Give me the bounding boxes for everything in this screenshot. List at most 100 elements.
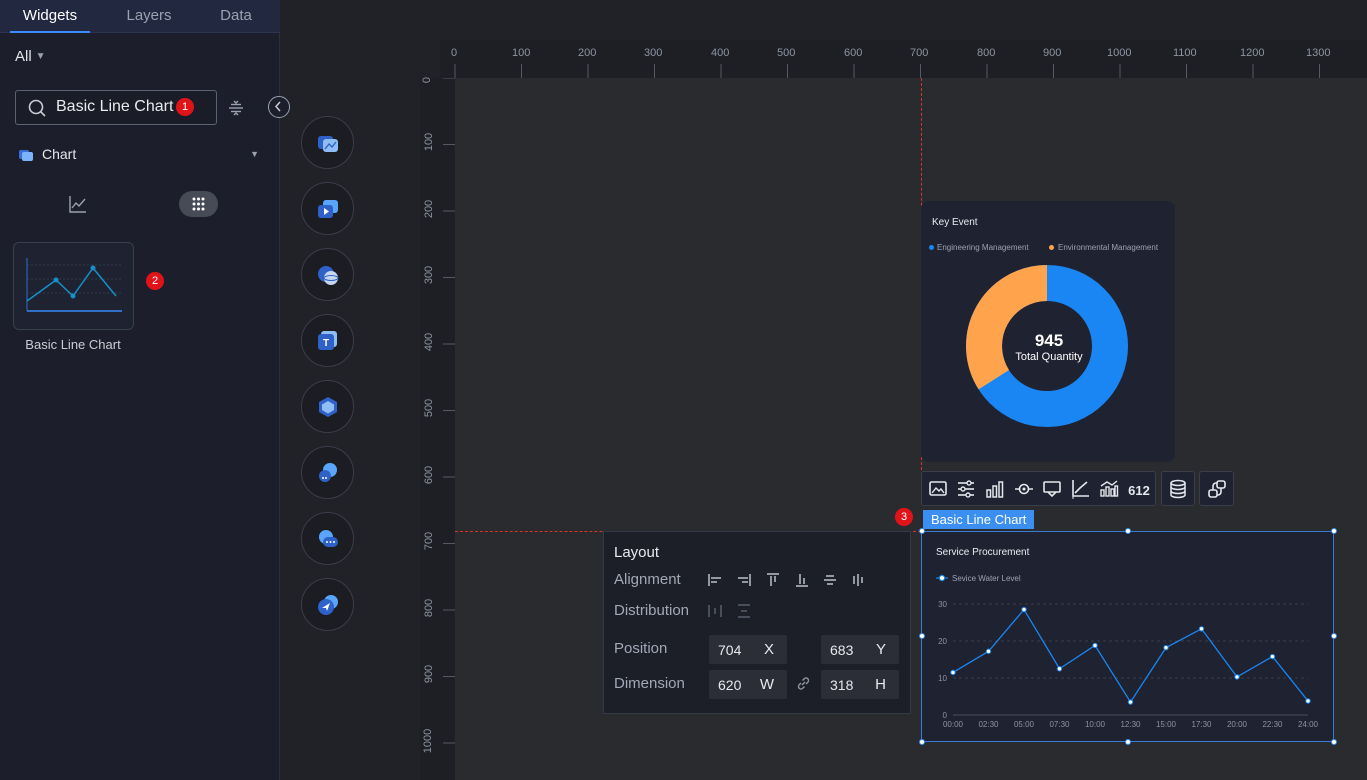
data-source-button[interactable] xyxy=(1161,471,1195,506)
resize-handle-bottom-left[interactable] xyxy=(919,739,925,745)
distribute-horizontal-icon[interactable] xyxy=(707,603,723,619)
filter-dropdown[interactable]: All ▼ xyxy=(15,48,46,65)
line-chart-view-icon[interactable] xyxy=(68,194,88,214)
position-y-field[interactable]: 683 Y xyxy=(821,635,899,664)
tab-widgets[interactable]: Widgets xyxy=(10,0,90,33)
interaction-link-icon xyxy=(1208,480,1226,498)
widget-group-3d[interactable] xyxy=(301,248,354,301)
resize-handle-top-left[interactable] xyxy=(919,528,925,534)
align-horizontal-center-icon[interactable] xyxy=(850,572,866,588)
collapse-panel-button[interactable] xyxy=(268,96,290,118)
ruler-top-label: 400 xyxy=(711,47,730,59)
line-chart-plot: 0 10 20 30 00:00 02:30 05:00 07:30 10:00 12:30 15:… xyxy=(938,600,1318,729)
settings-sliders-icon[interactable] xyxy=(956,479,976,499)
data-point xyxy=(1305,698,1311,704)
ruler-horizontal: 0 100 200 300 400 500 600 700 800 900 10… xyxy=(440,40,1367,78)
dimension-height-field[interactable]: 318 H xyxy=(821,670,899,699)
ruler-top-label: 500 xyxy=(777,47,796,59)
align-vertical-center-icon[interactable] xyxy=(822,572,838,588)
align-top-icon[interactable] xyxy=(765,572,781,588)
step-badge-2: 2 xyxy=(146,272,164,290)
widget-group-comment[interactable] xyxy=(301,512,354,565)
tooltip-icon[interactable] xyxy=(1042,479,1062,499)
donut-center-value: 945 xyxy=(1035,331,1063,350)
dimension-label: Dimension xyxy=(614,675,685,692)
widget-group-material[interactable] xyxy=(301,380,354,433)
series-line xyxy=(952,608,1309,704)
globe-widget-icon xyxy=(318,266,339,285)
caret-down-icon: ▼ xyxy=(35,51,46,62)
widget-group-interaction[interactable] xyxy=(301,578,354,631)
widget-card-basic-line-chart[interactable] xyxy=(13,242,134,330)
position-y-value: 683 xyxy=(830,642,854,658)
x-tick-label: 17:30 xyxy=(1191,720,1212,729)
grid-view-button[interactable] xyxy=(179,191,218,217)
distribution-label: Distribution xyxy=(614,602,690,619)
search-icon xyxy=(28,99,46,117)
category-dropdown[interactable]: Chart ▼ xyxy=(18,144,263,164)
search-input[interactable]: Basic Line Chart xyxy=(56,98,173,116)
series-icon[interactable] xyxy=(1099,479,1119,499)
selected-widget-tag: Basic Line Chart xyxy=(923,510,1035,529)
layout-panel: Layout Alignment Distribution Position 7… xyxy=(603,531,911,714)
filter-settings-icon[interactable] xyxy=(226,98,246,118)
distribute-vertical-icon[interactable] xyxy=(736,603,752,619)
width-unit: W xyxy=(759,676,774,693)
ruler-top-label: 700 xyxy=(910,47,929,59)
svg-text:612: 612 xyxy=(1128,483,1150,498)
position-x-field[interactable]: 704 X xyxy=(709,635,787,664)
tab-layers[interactable]: Layers xyxy=(110,0,188,33)
ruler-horizontal-ticks xyxy=(454,64,1320,78)
ruler-left-label: 600 xyxy=(423,465,436,485)
align-bottom-icon[interactable] xyxy=(794,572,810,588)
widget-group-media[interactable] xyxy=(301,116,354,169)
ruler-top-label: 1200 xyxy=(1240,47,1265,59)
resize-handle-left[interactable] xyxy=(919,633,925,639)
image-style-icon[interactable] xyxy=(928,479,948,499)
bar-chart-icon[interactable] xyxy=(985,479,1005,499)
chat-widget-icon xyxy=(319,530,338,547)
ruler-top-label: 100 xyxy=(512,47,531,59)
widget-group-text[interactable]: T xyxy=(301,314,354,367)
ruler-left-label: 500 xyxy=(423,398,436,418)
resize-handle-top[interactable] xyxy=(1125,528,1131,534)
dimension-width-field[interactable]: 620 W xyxy=(709,670,787,699)
x-tick-label: 20:00 xyxy=(1227,720,1248,729)
key-event-widget[interactable]: Key Event Engineering Management Environ… xyxy=(921,201,1175,462)
ruler-left-label: 700 xyxy=(423,531,436,551)
data-point xyxy=(1163,644,1169,651)
link-ratio-icon[interactable] xyxy=(795,675,812,692)
data-point xyxy=(1269,653,1276,660)
basic-line-chart-widget[interactable]: Service Procurement Sevice Water Level 0… xyxy=(921,531,1334,742)
x-tick-label: 15:00 xyxy=(1156,720,1177,729)
widget-group-assets[interactable] xyxy=(301,446,354,499)
ruler-top-label: 900 xyxy=(1043,47,1062,59)
resize-handle-bottom[interactable] xyxy=(1125,739,1131,745)
data-point xyxy=(1127,699,1134,705)
resize-handle-bottom-right[interactable] xyxy=(1331,739,1337,745)
interaction-button[interactable] xyxy=(1199,471,1234,506)
ruler-top-label: 800 xyxy=(977,47,996,59)
line-chart-thumbnail xyxy=(26,258,122,312)
y-tick-label: 20 xyxy=(938,637,947,646)
ruler-top-label: 200 xyxy=(578,47,597,59)
axis-icon[interactable] xyxy=(1070,479,1090,499)
resize-handle-top-right[interactable] xyxy=(1331,528,1337,534)
ruler-vertical: 0 100 200 300 400 500 600 700 800 900 10… xyxy=(420,76,455,780)
resize-handle-right[interactable] xyxy=(1331,633,1337,639)
number-format-icon[interactable]: 612 xyxy=(1126,479,1152,499)
widget-card-label: Basic Line Chart xyxy=(25,337,121,352)
align-right-icon[interactable] xyxy=(736,572,752,588)
height-unit: H xyxy=(875,676,886,693)
align-left-icon[interactable] xyxy=(707,572,723,588)
ruler-left-label: 0 xyxy=(421,76,434,84)
widget-group-video[interactable] xyxy=(301,182,354,235)
donut-center-label: Total Quantity xyxy=(1015,351,1083,363)
marker-icon[interactable] xyxy=(1014,479,1034,499)
data-point xyxy=(1056,666,1063,672)
widget-toolbar: 612 xyxy=(921,471,1156,506)
ruler-left-label: 200 xyxy=(423,199,436,219)
x-tick-label: 05:00 xyxy=(1014,720,1035,729)
tab-data[interactable]: Data xyxy=(200,0,272,33)
grid-icon xyxy=(192,197,205,211)
